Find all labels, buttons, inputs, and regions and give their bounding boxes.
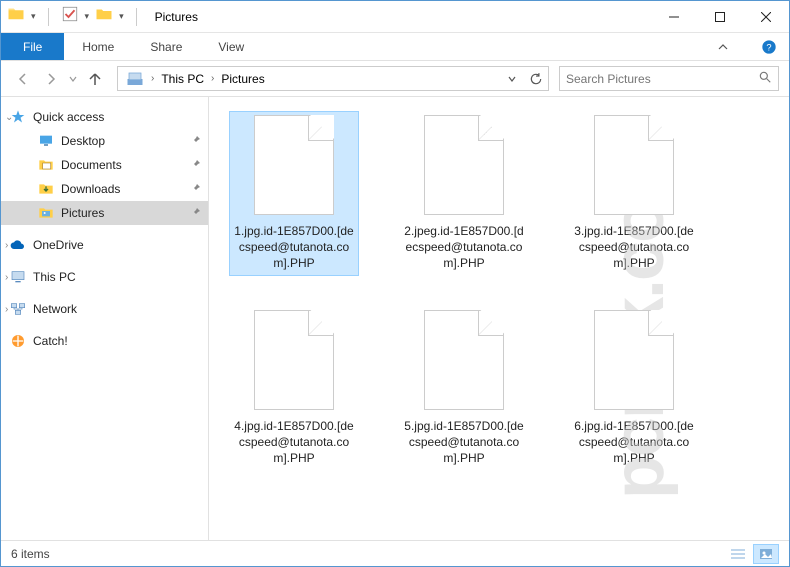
file-icon bbox=[254, 115, 334, 215]
chevron-down-icon[interactable]: ⌄ bbox=[5, 112, 13, 123]
up-button[interactable] bbox=[83, 67, 107, 91]
file-label: 3.jpg.id-1E857D00.[decspeed@tutanota.com… bbox=[573, 223, 695, 272]
desktop-icon bbox=[37, 132, 55, 150]
sidebar-item-label: This PC bbox=[33, 270, 76, 284]
qat-check-icon[interactable] bbox=[61, 5, 79, 28]
sidebar-item-label: Desktop bbox=[61, 134, 105, 148]
file-icon bbox=[594, 115, 674, 215]
search-input[interactable] bbox=[559, 66, 779, 91]
sidebar-quick-access[interactable]: ⌄ Quick access bbox=[1, 105, 208, 129]
pin-icon bbox=[190, 158, 202, 173]
view-details-button[interactable] bbox=[725, 544, 751, 564]
search-icon[interactable] bbox=[758, 70, 772, 87]
pin-icon bbox=[190, 134, 202, 149]
maximize-button[interactable] bbox=[697, 1, 743, 32]
back-button[interactable] bbox=[11, 67, 35, 91]
view-icons-button[interactable] bbox=[753, 544, 779, 564]
qat-dropdown2-icon[interactable]: ▾ bbox=[85, 11, 90, 22]
ribbon: File Home Share View ? bbox=[1, 33, 789, 61]
tab-share[interactable]: Share bbox=[132, 33, 200, 60]
sidebar-item-documents[interactable]: Documents bbox=[1, 153, 208, 177]
sidebar-item-label: Quick access bbox=[33, 110, 104, 124]
breadcrumb-pictures[interactable]: Pictures bbox=[217, 67, 268, 90]
file-icon bbox=[254, 310, 334, 410]
documents-icon bbox=[37, 156, 55, 174]
window-title: Pictures bbox=[155, 10, 198, 24]
sidebar-network[interactable]: › Network bbox=[1, 297, 208, 321]
chevron-right-icon[interactable]: › bbox=[5, 272, 8, 283]
file-item[interactable]: 2.jpeg.id-1E857D00.[decspeed@tutanota.co… bbox=[399, 111, 529, 276]
sidebar-catch[interactable]: Catch! bbox=[1, 329, 208, 353]
sidebar-item-label: Documents bbox=[61, 158, 122, 172]
file-label: 1.jpg.id-1E857D00.[decspeed@tutanota.com… bbox=[233, 223, 355, 272]
status-bar: 6 items bbox=[1, 540, 789, 566]
downloads-icon bbox=[37, 180, 55, 198]
tab-view[interactable]: View bbox=[200, 33, 262, 60]
sidebar-item-label: OneDrive bbox=[33, 238, 84, 252]
sidebar-onedrive[interactable]: › OneDrive bbox=[1, 233, 208, 257]
help-icon[interactable]: ? bbox=[749, 33, 789, 60]
computer-icon bbox=[9, 268, 27, 286]
pictures-icon bbox=[37, 204, 55, 222]
file-pane[interactable]: pcrisk.com 1.jpg.id-1E857D00.[decspeed@t… bbox=[209, 97, 789, 540]
file-item[interactable]: 1.jpg.id-1E857D00.[decspeed@tutanota.com… bbox=[229, 111, 359, 276]
sidebar-item-pictures[interactable]: Pictures bbox=[1, 201, 208, 225]
qat-overflow-icon[interactable]: ▾ bbox=[119, 11, 124, 22]
close-button[interactable] bbox=[743, 1, 789, 32]
navigation-bar: › This PC › Pictures bbox=[1, 61, 789, 97]
file-label: 4.jpg.id-1E857D00.[decspeed@tutanota.com… bbox=[233, 418, 355, 467]
forward-button[interactable] bbox=[39, 67, 63, 91]
file-label: 2.jpeg.id-1E857D00.[decspeed@tutanota.co… bbox=[403, 223, 525, 272]
sidebar-item-downloads[interactable]: Downloads bbox=[1, 177, 208, 201]
catch-icon bbox=[9, 332, 27, 350]
file-icon bbox=[594, 310, 674, 410]
file-icon bbox=[424, 310, 504, 410]
file-item[interactable]: 4.jpg.id-1E857D00.[decspeed@tutanota.com… bbox=[229, 306, 359, 471]
sidebar-item-label: Network bbox=[33, 302, 77, 316]
pin-icon bbox=[190, 206, 202, 221]
sidebar-thispc[interactable]: › This PC bbox=[1, 265, 208, 289]
qat-dropdown-icon[interactable]: ▾ bbox=[31, 11, 36, 22]
search-field[interactable] bbox=[566, 72, 758, 86]
title-bar: ▾ ▾ ▾ Pictures bbox=[1, 1, 789, 33]
file-label: 6.jpg.id-1E857D00.[decspeed@tutanota.com… bbox=[573, 418, 695, 467]
breadcrumb-root-icon[interactable] bbox=[122, 67, 148, 90]
sidebar-item-label: Catch! bbox=[33, 334, 68, 348]
chevron-right-icon[interactable]: › bbox=[5, 304, 8, 315]
network-icon bbox=[9, 300, 27, 318]
sidebar: ⌄ Quick access Desktop Documents Downloads… bbox=[1, 97, 209, 540]
minimize-button[interactable] bbox=[651, 1, 697, 32]
chevron-right-icon[interactable]: › bbox=[148, 73, 157, 84]
tab-home[interactable]: Home bbox=[64, 33, 132, 60]
file-icon bbox=[424, 115, 504, 215]
file-item[interactable]: 6.jpg.id-1E857D00.[decspeed@tutanota.com… bbox=[569, 306, 699, 471]
sidebar-item-label: Pictures bbox=[61, 206, 104, 220]
folder-icon bbox=[7, 5, 25, 28]
sidebar-item-label: Downloads bbox=[61, 182, 120, 196]
cloud-icon bbox=[9, 236, 27, 254]
chevron-right-icon[interactable]: › bbox=[208, 73, 217, 84]
file-item[interactable]: 5.jpg.id-1E857D00.[decspeed@tutanota.com… bbox=[399, 306, 529, 471]
svg-text:?: ? bbox=[766, 42, 771, 52]
breadcrumb-thispc[interactable]: This PC bbox=[157, 67, 208, 90]
file-label: 5.jpg.id-1E857D00.[decspeed@tutanota.com… bbox=[403, 418, 525, 467]
qat-folder-icon[interactable] bbox=[95, 5, 113, 28]
breadcrumb[interactable]: › This PC › Pictures bbox=[117, 66, 549, 91]
chevron-right-icon[interactable]: › bbox=[5, 240, 8, 251]
file-item[interactable]: 3.jpg.id-1E857D00.[decspeed@tutanota.com… bbox=[569, 111, 699, 276]
file-tab[interactable]: File bbox=[1, 33, 64, 60]
sidebar-item-desktop[interactable]: Desktop bbox=[1, 129, 208, 153]
pin-icon bbox=[190, 182, 202, 197]
breadcrumb-dropdown-icon[interactable] bbox=[500, 67, 524, 90]
refresh-button[interactable] bbox=[524, 67, 548, 90]
history-dropdown-icon[interactable] bbox=[67, 67, 79, 91]
ribbon-expand-icon[interactable] bbox=[703, 33, 743, 60]
status-count: 6 items bbox=[11, 547, 50, 561]
